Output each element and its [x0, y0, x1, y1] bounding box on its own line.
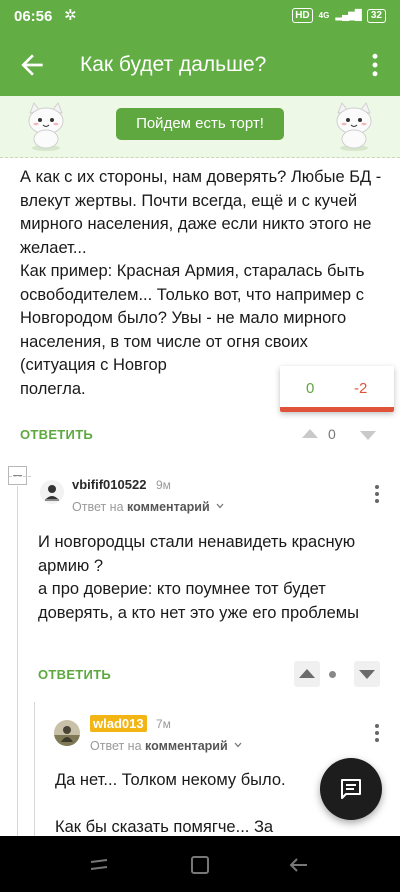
rating-popup: 0 -2 [280, 366, 394, 412]
eat-cake-button[interactable]: Пойдем есть торт! [116, 108, 284, 140]
comment-body: Да нет... Толком некому было. Как бы ска… [55, 769, 365, 839]
comment-paragraph: Да нет... Толком некому было. [55, 771, 286, 789]
vote-neutral-dot [329, 671, 336, 678]
username-highlighted[interactable]: wlad013 [90, 715, 147, 732]
cat-mascot-icon [336, 101, 372, 151]
arrow-left-icon[interactable] [16, 49, 48, 81]
home-square-icon[interactable] [189, 854, 211, 876]
comment-menu-icon[interactable] [374, 724, 380, 744]
network-type: 4G [318, 11, 330, 20]
comment-time: 9м [156, 478, 171, 492]
rating-minus-count: -2 [354, 380, 368, 397]
avatar[interactable] [54, 720, 80, 746]
downvote-button[interactable] [354, 661, 380, 687]
compose-comment-button[interactable] [320, 758, 382, 820]
system-nav-bar [0, 836, 400, 892]
thread-line [17, 486, 18, 836]
vote-score: 0 [328, 426, 336, 442]
username[interactable]: vbifif010522 [72, 477, 146, 492]
rating-plus-count: 0 [306, 380, 315, 397]
pinwheel-icon: ✲ [64, 7, 77, 24]
status-time: 06:56 [14, 8, 53, 25]
menu-lines-icon[interactable] [88, 854, 110, 876]
comment-icon [341, 779, 361, 799]
comment-paragraph: Как пример: Красная Армия, старалась быт… [20, 262, 365, 374]
comment-time: 7м [156, 717, 171, 731]
comment-body: И новгородцы стали ненавидеть красную ар… [38, 531, 368, 625]
hd-badge: HD [292, 8, 313, 23]
status-bar: 06:56 ✲ HD 4G ▂▄▆█ 32 [0, 0, 400, 34]
comment-paragraph: И новгородцы стали ненавидеть красную ар… [38, 533, 356, 575]
battery-indicator: 32 [366, 8, 386, 23]
upvote-button[interactable] [294, 661, 320, 687]
chevron-down-icon [234, 742, 242, 748]
upvote-icon[interactable] [302, 429, 318, 438]
cat-mascot-icon [28, 101, 64, 151]
back-arrow-icon[interactable] [287, 854, 309, 876]
reply-button[interactable]: ОТВЕТИТЬ [38, 667, 111, 682]
thread-branch [9, 476, 31, 477]
page-title: Как будет дальше? [80, 53, 267, 76]
thread-line [34, 702, 35, 836]
reply-to-link[interactable]: Ответ на комментарий [90, 739, 242, 753]
status-indicators: HD 4G ▂▄▆█ 32 [292, 8, 386, 23]
downvote-icon[interactable] [360, 431, 376, 440]
promo-banner: Пойдем есть торт! [0, 96, 400, 158]
avatar[interactable] [40, 480, 64, 504]
reply-to-target: комментарий [127, 500, 210, 514]
more-vertical-icon[interactable] [360, 50, 390, 80]
chevron-down-icon [216, 503, 224, 509]
reply-to-prefix: Ответ на [90, 739, 142, 753]
comment-paragraph: а про доверие: кто поумнее тот будет дов… [38, 580, 360, 622]
rating-bar [280, 407, 394, 412]
reply-to-target: комментарий [145, 739, 228, 753]
reply-to-prefix: Ответ на [72, 500, 124, 514]
comment-menu-icon[interactable] [374, 485, 380, 505]
signal-icon: ▂▄▆█ [335, 10, 362, 21]
reply-to-link[interactable]: Ответ на комментарий [72, 500, 224, 514]
reply-button[interactable]: ОТВЕТИТЬ [20, 427, 93, 442]
comment-paragraph: А как с их стороны, нам доверять? Любые … [20, 168, 382, 257]
app-bar: Как будет дальше? [0, 34, 400, 96]
